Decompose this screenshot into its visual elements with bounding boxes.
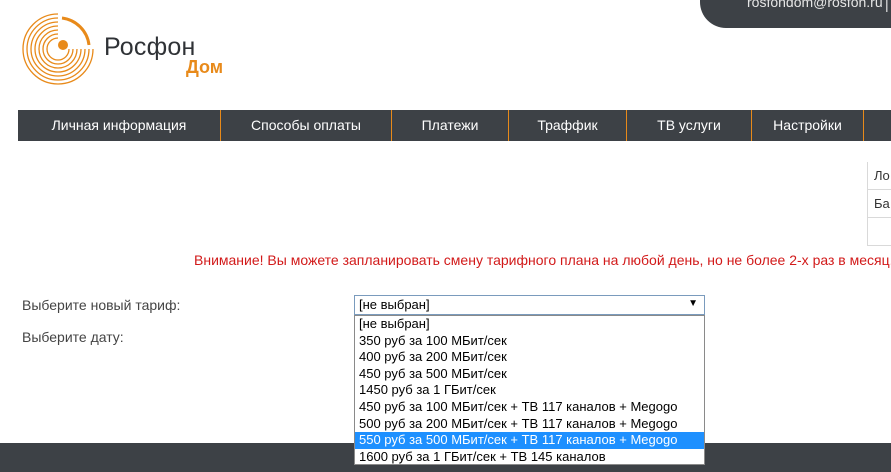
tariff-change-warning: Внимание! Вы можете запланировать смену … <box>194 252 891 268</box>
date-label: Выберите дату: <box>22 329 124 345</box>
nav-tv-services[interactable]: ТВ услуги <box>627 110 751 141</box>
brand-subname: Дом <box>186 57 224 77</box>
nav-divider <box>863 110 864 141</box>
account-info-row <box>868 218 891 246</box>
nav-settings[interactable]: Настройки <box>752 110 863 141</box>
tariff-select[interactable]: [не выбран] ▼ <box>354 295 705 315</box>
dropdown-arrow-icon[interactable]: ▼ <box>688 298 698 309</box>
brand-name: Росфон <box>104 33 196 61</box>
account-info-table: Ло Ба <box>867 162 891 246</box>
user-bar-separator: | <box>885 0 889 12</box>
nav-payment-methods[interactable]: Способы оплаты <box>221 110 391 141</box>
nav-personal-info[interactable]: Личная информация <box>18 110 220 141</box>
main-nav: Личная информация Способы оплаты Платежи… <box>18 110 891 141</box>
tariff-option[interactable]: 450 руб за 500 МБит/сек <box>355 366 704 383</box>
tariff-option[interactable]: 450 руб за 100 МБит/сек + ТВ 117 каналов… <box>355 399 704 416</box>
tariff-option[interactable]: 350 руб за 100 МБит/сек <box>355 333 704 350</box>
tariff-option[interactable]: 400 руб за 200 МБит/сек <box>355 349 704 366</box>
user-email-link[interactable]: rosfondom@rosfon.ru <box>747 0 883 10</box>
nav-traffic[interactable]: Траффик <box>509 110 626 141</box>
tariff-option[interactable]: 1600 руб за 1 ГБит/сек + ТВ 145 каналов <box>355 449 704 466</box>
account-info-row: Ба <box>868 190 891 218</box>
tariff-option[interactable]: 500 руб за 200 МБит/сек + ТВ 117 каналов… <box>355 416 704 433</box>
nav-payments[interactable]: Платежи <box>392 110 508 141</box>
tariff-label: Выберите новый тариф: <box>22 297 181 313</box>
tariff-select-value: [не выбран] <box>359 297 430 312</box>
tariff-dropdown-list: [не выбран] 350 руб за 100 МБит/сек 400 … <box>354 315 705 465</box>
user-bar: rosfondom@rosfon.ru | <box>700 0 891 28</box>
tariff-option[interactable]: [не выбран] <box>355 316 704 333</box>
tariff-option-highlighted[interactable]: 550 руб за 500 МБит/сек + ТВ 117 каналов… <box>355 432 704 449</box>
tariff-option[interactable]: 1450 руб за 1 ГБит/сек <box>355 382 704 399</box>
account-info-row: Ло <box>868 162 891 190</box>
rosfon-logo-icon[interactable] <box>18 8 98 90</box>
